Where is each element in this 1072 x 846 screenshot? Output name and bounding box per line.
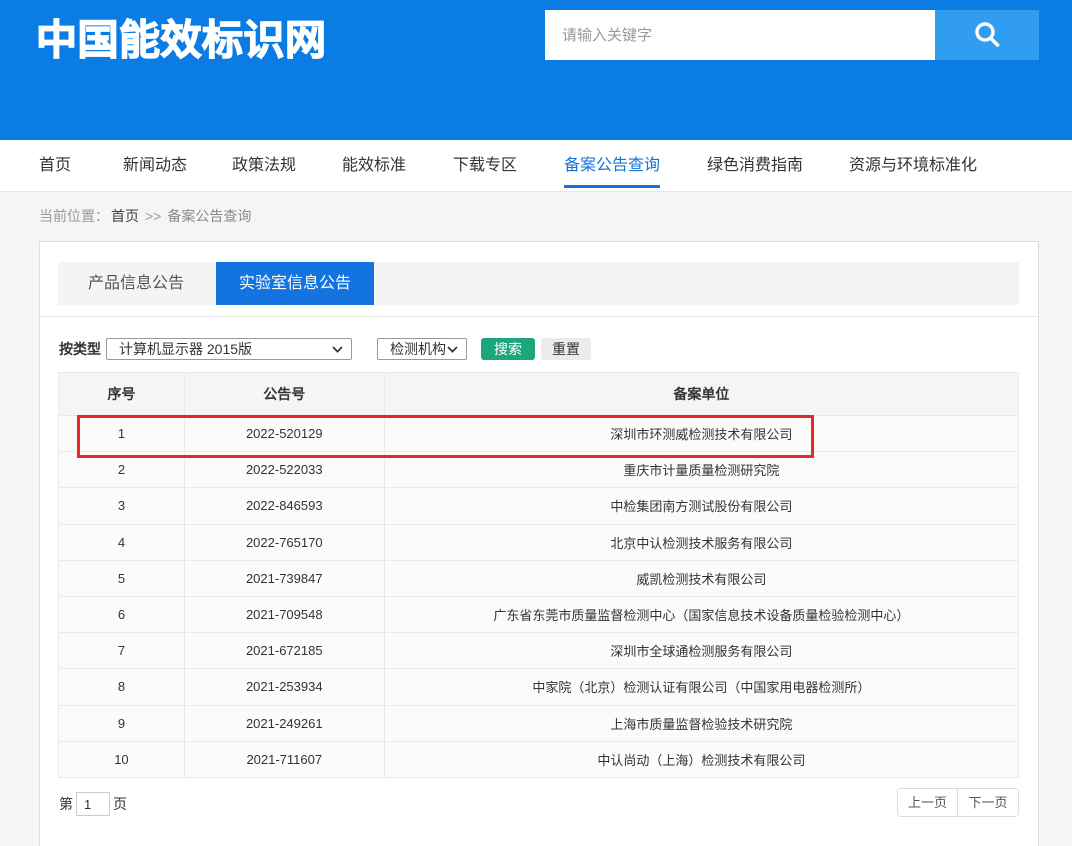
next-page-button[interactable]: 下一页 — [958, 789, 1018, 816]
pagination: 第 页 上一页 下一页 — [40, 788, 1038, 818]
column-header: 公告号 — [185, 373, 385, 416]
breadcrumb-current: 备案公告查询 — [167, 208, 251, 224]
filter-search-button[interactable]: 搜索 — [481, 338, 535, 360]
site-logo[interactable]: 中国能效标识网 — [36, 13, 327, 67]
agency-select[interactable]: 检测机构 — [377, 338, 467, 360]
filter-reset-button[interactable]: 重置 — [541, 338, 591, 360]
table-cell: 9 — [59, 706, 185, 742]
table-row[interactable]: 92021-249261上海市质量监督检验技术研究院 — [59, 706, 1019, 742]
table-header-row: 序号公告号备案单位 — [59, 373, 1019, 416]
table-cell: 北京中认检测技术服务有限公司 — [385, 525, 1019, 561]
table-cell: 2022-765170 — [185, 525, 385, 561]
agency-select-value: 检测机构 — [390, 341, 446, 357]
breadcrumb-prefix: 当前位置： — [39, 208, 109, 224]
content-panel: 产品信息公告实验室信息公告 按类型 计算机显示器 2015版 检测机构 搜索 重… — [39, 241, 1039, 846]
header-search-bar — [545, 10, 1039, 60]
table-cell: 2021-672185 — [185, 633, 385, 669]
nav-item-2[interactable]: 新闻动态 — [123, 140, 187, 191]
table-cell: 2021-709548 — [185, 597, 385, 633]
table-cell: 1 — [59, 416, 185, 452]
page-number-group: 第 页 — [59, 789, 127, 819]
table-cell: 2021-253934 — [185, 669, 385, 705]
table-cell: 深圳市环测威检测技术有限公司 — [385, 416, 1019, 452]
table-row[interactable]: 12022-520129深圳市环测威检测技术有限公司 — [59, 416, 1019, 452]
tab-1[interactable]: 产品信息公告 — [58, 262, 214, 305]
breadcrumb-separator: >> — [145, 208, 161, 224]
column-header: 序号 — [59, 373, 185, 416]
table-cell: 上海市质量监督检验技术研究院 — [385, 706, 1019, 742]
table-cell: 中认尚动（上海）检测技术有限公司 — [385, 742, 1019, 778]
nav-item-7[interactable]: 绿色消费指南 — [707, 140, 803, 191]
table-cell: 2021-711607 — [185, 742, 385, 778]
table-cell: 8 — [59, 669, 185, 705]
pager-buttons: 上一页 下一页 — [897, 788, 1019, 817]
tabs-divider — [40, 316, 1038, 317]
table-cell: 10 — [59, 742, 185, 778]
table-row[interactable]: 52021-739847威凯检测技术有限公司 — [59, 561, 1019, 597]
table-cell: 威凯检测技术有限公司 — [385, 561, 1019, 597]
table-cell: 广东省东莞市质量监督检测中心（国家信息技术设备质量检验检测中心） — [385, 597, 1019, 633]
tab-2[interactable]: 实验室信息公告 — [216, 262, 374, 305]
nav-item-3[interactable]: 政策法规 — [232, 140, 296, 191]
magnifier-icon — [971, 19, 1003, 51]
breadcrumb-home-link[interactable]: 首页 — [111, 208, 139, 224]
table-row[interactable]: 82021-253934中家院（北京）检测认证有限公司（中国家用电器检测所） — [59, 669, 1019, 705]
site-header: 中国能效标识网 — [0, 0, 1072, 140]
nav-item-1[interactable]: 首页 — [39, 140, 71, 191]
table-cell: 深圳市全球通检测服务有限公司 — [385, 633, 1019, 669]
table-cell: 2021-739847 — [185, 561, 385, 597]
page-number-input[interactable] — [76, 792, 110, 816]
chevron-down-icon — [332, 346, 343, 353]
page: 中国能效标识网 首页新闻动态政策法规能效标准下载专区备案公告查询绿色消费指南资源… — [0, 0, 1072, 846]
search-button[interactable] — [935, 10, 1039, 60]
prev-page-button[interactable]: 上一页 — [898, 789, 958, 816]
tab-strip: 产品信息公告实验室信息公告 — [58, 262, 1019, 305]
type-select[interactable]: 计算机显示器 2015版 — [106, 338, 352, 360]
table-cell: 2022-520129 — [185, 416, 385, 452]
filter-bar: 按类型 计算机显示器 2015版 检测机构 搜索 重置 — [40, 338, 1038, 360]
main-nav: 首页 新闻动态政策法规能效标准下载专区备案公告查询绿色消费指南资源与环境标准化 — [0, 140, 1072, 192]
table-cell: 中检集团南方测试股份有限公司 — [385, 488, 1019, 524]
table-cell: 2 — [59, 452, 185, 488]
table-cell: 2022-846593 — [185, 488, 385, 524]
table-row[interactable]: 32022-846593中检集团南方测试股份有限公司 — [59, 488, 1019, 524]
table-cell: 3 — [59, 488, 185, 524]
filter-label: 按类型 — [59, 338, 101, 360]
nav-item-6[interactable]: 备案公告查询 — [564, 140, 660, 191]
table-row[interactable]: 22022-522033重庆市计量质量检测研究院 — [59, 452, 1019, 488]
table-cell: 2022-522033 — [185, 452, 385, 488]
table-row[interactable]: 102021-711607中认尚动（上海）检测技术有限公司 — [59, 742, 1019, 778]
table-cell: 2021-249261 — [185, 706, 385, 742]
chevron-down-icon — [447, 346, 458, 353]
table-cell: 7 — [59, 633, 185, 669]
breadcrumb: 当前位置：首页 >> 备案公告查询 — [39, 192, 251, 241]
page-prefix: 第 — [59, 794, 73, 814]
nav-item-5[interactable]: 下载专区 — [453, 140, 517, 191]
table-cell: 5 — [59, 561, 185, 597]
table-row[interactable]: 62021-709548广东省东莞市质量监督检测中心（国家信息技术设备质量检验检… — [59, 597, 1019, 633]
page-suffix: 页 — [113, 794, 127, 814]
nav-item-8[interactable]: 资源与环境标准化 — [849, 140, 977, 191]
results-table: 序号公告号备案单位12022-520129深圳市环测威检测技术有限公司22022… — [58, 372, 1019, 778]
type-select-value: 计算机显示器 2015版 — [119, 341, 252, 357]
search-input[interactable] — [545, 10, 935, 60]
table-cell: 6 — [59, 597, 185, 633]
table-cell: 4 — [59, 525, 185, 561]
table-row[interactable]: 42022-765170北京中认检测技术服务有限公司 — [59, 525, 1019, 561]
nav-item-4[interactable]: 能效标准 — [342, 140, 406, 191]
table-cell: 重庆市计量质量检测研究院 — [385, 452, 1019, 488]
table-row[interactable]: 72021-672185深圳市全球通检测服务有限公司 — [59, 633, 1019, 669]
column-header: 备案单位 — [385, 373, 1019, 416]
table-cell: 中家院（北京）检测认证有限公司（中国家用电器检测所） — [385, 669, 1019, 705]
